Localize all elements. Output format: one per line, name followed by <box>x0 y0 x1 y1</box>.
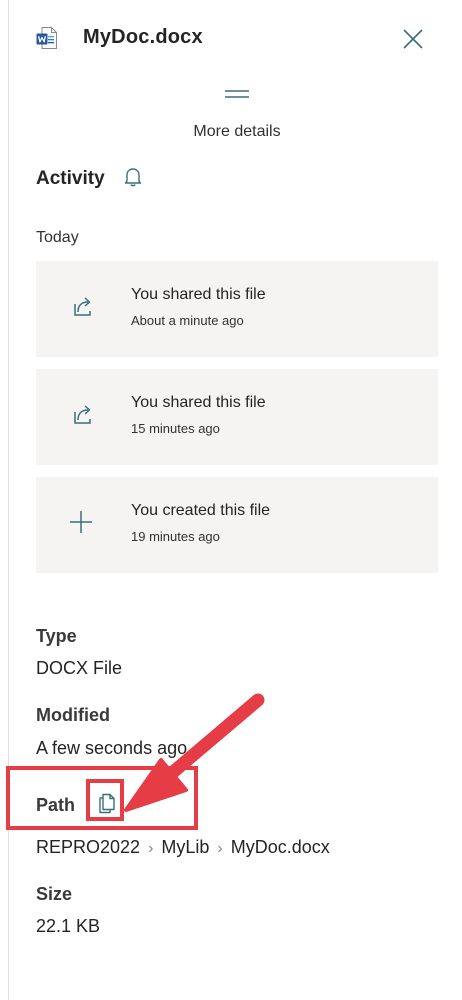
activity-title: You shared this file <box>131 286 266 303</box>
activity-card[interactable]: You shared this file 15 minutes ago <box>36 369 438 465</box>
breadcrumb-item[interactable]: MyLib <box>161 837 209 857</box>
type-label: Type <box>36 626 77 646</box>
close-icon[interactable] <box>398 24 428 54</box>
modified-value: A few seconds ago <box>36 738 188 758</box>
breadcrumb-item[interactable]: MyDoc.docx <box>231 837 330 857</box>
plus-icon <box>70 511 92 533</box>
type-value: DOCX File <box>36 658 123 678</box>
word-document-icon <box>36 27 57 49</box>
pane-left-border <box>8 0 9 1000</box>
activity-time: 15 minutes ago <box>131 421 220 436</box>
activity-card[interactable]: You shared this file About a minute ago <box>36 261 438 357</box>
more-details-label: More details <box>193 123 281 140</box>
file-name-title: MyDoc.docx <box>83 26 203 48</box>
share-icon <box>74 405 91 424</box>
details-header: MyDoc.docx <box>0 0 462 80</box>
activity-heading: Activity <box>36 168 105 189</box>
size-label: Size <box>36 884 73 904</box>
activity-title: You created this file <box>131 502 271 519</box>
activity-time: 19 minutes ago <box>131 529 220 544</box>
breadcrumb-item[interactable]: REPRO2022 <box>36 837 140 857</box>
activity-group-today: Today <box>36 229 79 246</box>
bell-icon[interactable] <box>121 165 145 189</box>
activity-card[interactable]: You created this file 19 minutes ago <box>36 477 438 573</box>
activity-title: You shared this file <box>131 394 266 411</box>
more-details-toggle[interactable]: More details <box>0 84 462 141</box>
modified-label: Modified <box>36 705 110 725</box>
size-value: 22.1 KB <box>36 916 101 936</box>
chevron-right-icon: › <box>217 840 223 857</box>
share-icon <box>74 297 91 316</box>
grip-icon <box>225 90 249 98</box>
annotation-highlight-box <box>86 779 124 821</box>
chevron-right-icon: › <box>148 840 154 857</box>
activity-time: About a minute ago <box>131 313 244 328</box>
path-breadcrumb: REPRO2022 › MyLib › MyDoc.docx <box>36 837 330 858</box>
